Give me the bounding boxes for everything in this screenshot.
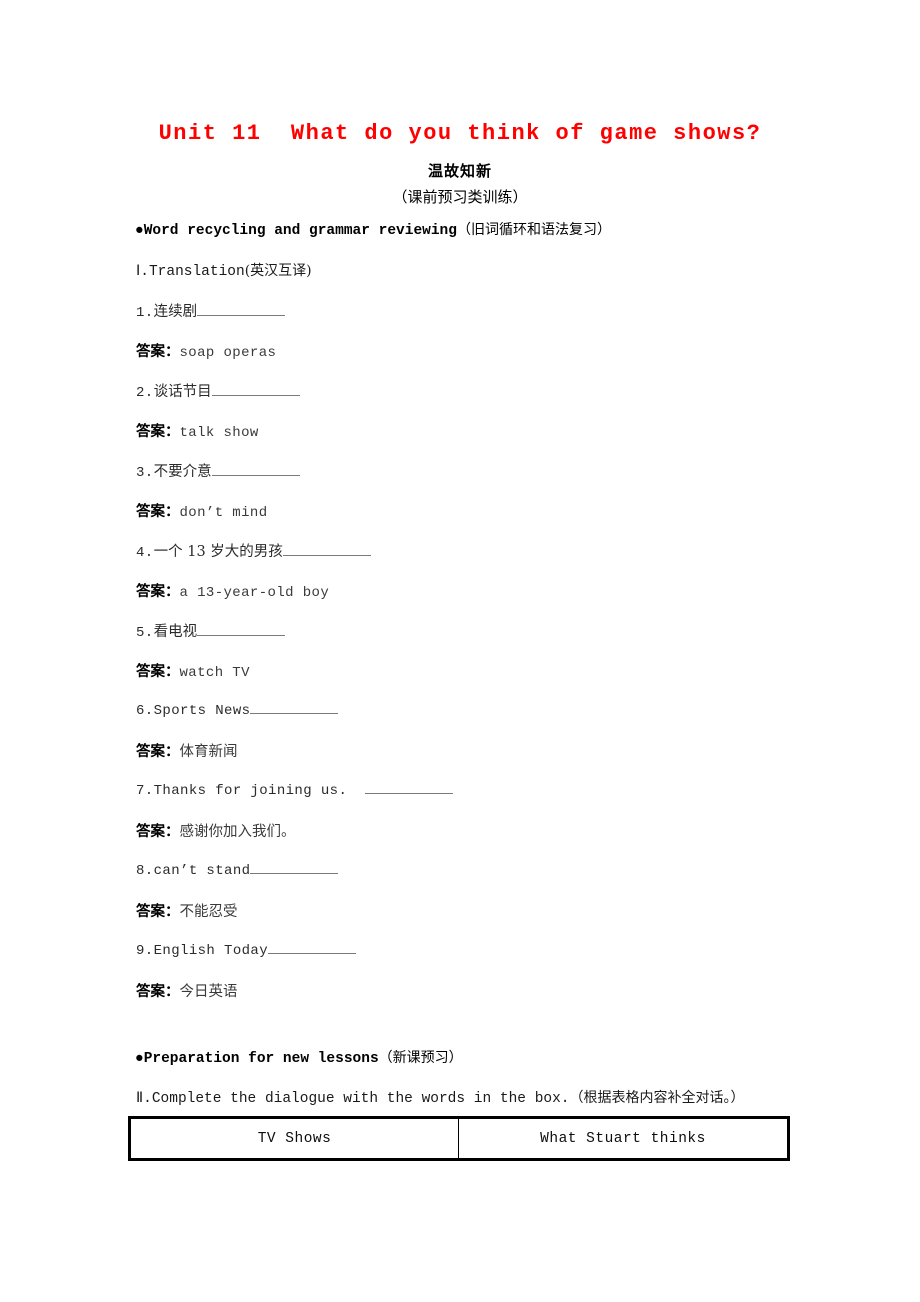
- question-line-7: 7.Thanks for joining us.: [136, 780, 453, 799]
- answer-label-4: 答案：: [136, 584, 180, 600]
- part-1-heading: Ⅰ.Translation(英汉互译): [136, 260, 312, 280]
- question-prompt-8: can’t stand: [153, 863, 251, 879]
- table-header-tv-shows: TV Shows: [131, 1119, 459, 1158]
- question-number-4: 4.: [136, 545, 154, 561]
- part-2-label: Ⅱ.Complete the dialogue with the words i…: [136, 1091, 570, 1107]
- section-heading-main: 温故知新: [427, 162, 492, 180]
- answer-blank-6[interactable]: [250, 700, 339, 714]
- answer-value-5: watch TV: [179, 665, 250, 681]
- answer-line-3: 答案：don’t mind: [136, 500, 268, 521]
- answer-value-6: 体育新闻: [179, 744, 238, 760]
- answer-line-2: 答案：talk show: [136, 420, 259, 441]
- answer-value-7: 感谢你加入我们。: [179, 824, 296, 840]
- answer-label-2: 答案：: [136, 424, 180, 440]
- answer-value-2: talk show: [179, 425, 259, 441]
- section-word-recycling-cn: （旧词循环和语法复习）: [456, 222, 611, 238]
- question-line-8: 8.can’t stand: [136, 860, 339, 879]
- part-2-heading: Ⅱ.Complete the dialogue with the words i…: [136, 1087, 745, 1107]
- bullet-icon: ●: [135, 223, 144, 239]
- question-line-2: 2.谈话节目: [136, 380, 300, 401]
- answer-line-7: 答案：感谢你加入我们。: [136, 820, 296, 841]
- answer-line-9: 答案：今日英语: [136, 980, 238, 1001]
- answer-value-4: a 13-year-old boy: [179, 585, 330, 601]
- answer-blank-2[interactable]: [211, 382, 300, 396]
- question-line-4: 4.一个 13 岁大的男孩: [136, 540, 371, 561]
- answer-blank-5[interactable]: [197, 622, 286, 636]
- question-number-8: 8.: [136, 863, 154, 879]
- answer-value-9: 今日英语: [179, 984, 238, 1000]
- answer-value-3: don’t mind: [179, 505, 268, 521]
- part-1-label: Ⅰ.Translation: [136, 264, 245, 280]
- part-2-cn: （根据表格内容补全对话。）: [569, 1090, 745, 1106]
- section-preparation: ●Preparation for new lessons（新课预习）: [135, 1047, 463, 1067]
- question-prompt-7: Thanks for joining us.: [153, 783, 365, 799]
- question-prompt-6: Sports News: [153, 703, 251, 719]
- answer-line-8: 答案：不能忍受: [136, 900, 238, 921]
- question-number-7: 7.: [136, 783, 154, 799]
- question-prompt-1: 连续剧: [153, 304, 198, 320]
- section-word-recycling-en: Word recycling and grammar reviewing: [143, 223, 457, 239]
- answer-label-9: 答案：: [136, 984, 180, 1000]
- question-line-1: 1.连续剧: [136, 300, 286, 321]
- question-prompt-5: 看电视: [153, 624, 198, 640]
- question-number-5: 5.: [136, 625, 154, 641]
- section-heading-sub: （课前预习类训练）: [392, 188, 528, 206]
- question-number-2: 2.: [136, 385, 154, 401]
- answer-blank-4[interactable]: [282, 542, 371, 556]
- answer-line-6: 答案：体育新闻: [136, 740, 238, 761]
- answer-blank-1[interactable]: [197, 302, 286, 316]
- bullet-icon-2: ●: [135, 1051, 144, 1067]
- question-number-1: 1.: [136, 305, 154, 321]
- part-1-cn: (英汉互译): [244, 263, 312, 279]
- question-line-3: 3.不要介意: [136, 460, 300, 481]
- answer-line-1: 答案：soap operas: [136, 340, 276, 361]
- answer-label-6: 答案：: [136, 744, 180, 760]
- document-page: Unit 11 What do you think of game shows?…: [0, 0, 920, 1302]
- answer-line-4: 答案：a 13-year-old boy: [136, 580, 329, 601]
- answer-label-1: 答案：: [136, 344, 180, 360]
- question-line-6: 6.Sports News: [136, 700, 339, 719]
- answer-blank-3[interactable]: [211, 462, 300, 476]
- question-number-9: 9.: [136, 943, 154, 959]
- question-prompt-3: 不要介意: [153, 464, 212, 480]
- question-prompt-4: 一个 13 岁大的男孩: [153, 544, 283, 560]
- answer-label-5: 答案：: [136, 664, 180, 680]
- answer-label-8: 答案：: [136, 904, 180, 920]
- section-preparation-en: Preparation for new lessons: [143, 1051, 379, 1067]
- answer-value-1: soap operas: [179, 345, 277, 361]
- question-number-6: 6.: [136, 703, 154, 719]
- answer-label-3: 答案：: [136, 504, 180, 520]
- question-prompt-9: English Today: [153, 943, 269, 959]
- table-header-what-stuart-thinks: What Stuart thinks: [540, 1130, 706, 1147]
- question-prompt-2: 谈话节目: [153, 384, 212, 400]
- answer-blank-7[interactable]: [364, 780, 453, 794]
- section-word-recycling: ●Word recycling and grammar reviewing（旧词…: [135, 219, 611, 239]
- question-number-3: 3.: [136, 465, 154, 481]
- page-title: Unit 11 What do you think of game shows?: [158, 121, 762, 146]
- answer-blank-8[interactable]: [250, 860, 339, 874]
- answer-label-7: 答案：: [136, 824, 180, 840]
- question-line-5: 5.看电视: [136, 620, 286, 641]
- answer-blank-9[interactable]: [268, 940, 357, 954]
- answer-line-5: 答案：watch TV: [136, 660, 250, 681]
- answer-value-8: 不能忍受: [179, 904, 238, 920]
- tv-shows-table: TV Shows What Stuart thinks: [128, 1116, 790, 1161]
- question-line-9: 9.English Today: [136, 940, 357, 959]
- section-preparation-cn: （新课预习）: [378, 1050, 463, 1066]
